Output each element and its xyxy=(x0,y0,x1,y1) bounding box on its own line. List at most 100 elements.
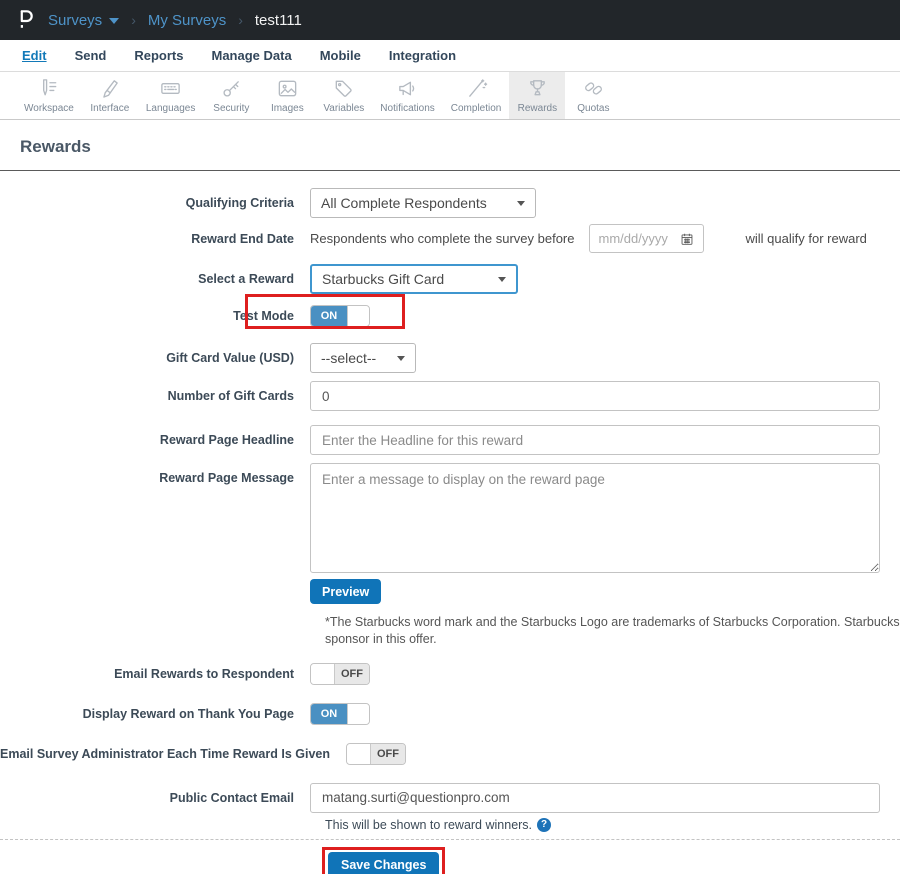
public-contact-email-help: This will be shown to reward winners. ? xyxy=(325,817,900,832)
email-rewards-label: Email Rewards to Respondent xyxy=(114,666,294,681)
toolbar-item-workspace[interactable]: Workspace xyxy=(16,72,82,119)
date-placeholder: mm/dd/yyyy xyxy=(598,231,668,246)
toolbar-item-notifications[interactable]: Notifications xyxy=(372,72,442,119)
email-admin-label: Email Survey Administrator Each Time Rew… xyxy=(0,746,330,761)
qualifying-criteria-select[interactable]: All Complete Respondents xyxy=(310,188,536,218)
picture-icon xyxy=(278,80,297,97)
display-reward-label: Display Reward on Thank You Page xyxy=(82,706,294,721)
toggle-knob xyxy=(347,703,369,724)
breadcrumb-surveys-label: Surveys xyxy=(48,11,103,29)
chevron-down-icon xyxy=(498,276,506,282)
tab-integration[interactable]: Integration xyxy=(389,48,456,63)
qualifying-criteria-value: All Complete Respondents xyxy=(321,195,487,211)
settings-toolbar: Workspace Interface Languages Security I… xyxy=(0,72,900,120)
reward-end-date-input[interactable]: mm/dd/yyyy xyxy=(588,224,704,253)
toggle-knob xyxy=(311,663,335,684)
toolbar-item-completion[interactable]: Completion xyxy=(443,72,510,119)
display-reward-toggle[interactable]: ON xyxy=(310,702,370,725)
public-contact-email-label: Public Contact Email xyxy=(169,790,294,805)
rewards-form: Qualifying Criteria All Complete Respond… xyxy=(0,171,900,874)
help-question-icon[interactable]: ? xyxy=(537,817,552,832)
breadcrumb-separator: › xyxy=(238,12,243,28)
select-reward-value: Starbucks Gift Card xyxy=(322,271,445,287)
tab-reports[interactable]: Reports xyxy=(134,48,183,63)
qualifying-criteria-label: Qualifying Criteria xyxy=(185,196,294,210)
public-contact-email-input[interactable] xyxy=(310,782,880,813)
preview-button[interactable]: Preview xyxy=(310,579,382,604)
select-reward-select[interactable]: Starbucks Gift Card xyxy=(310,264,518,294)
toolbar-label: Interface xyxy=(90,103,130,114)
tab-edit[interactable]: Edit xyxy=(22,48,47,63)
chevron-down-icon xyxy=(109,18,120,24)
toolbar-label: Workspace xyxy=(24,103,74,114)
toolbar-item-interface[interactable]: Interface xyxy=(82,72,138,119)
number-of-gift-cards-label: Number of Gift Cards xyxy=(167,389,294,403)
email-rewards-toggle[interactable]: OFF xyxy=(310,662,370,685)
toggle-state-label: ON xyxy=(311,306,347,326)
toggle-knob xyxy=(347,306,369,326)
top-bar: Surveys › My Surveys › test111 xyxy=(0,0,900,40)
design-pen-icon xyxy=(103,80,119,98)
trophy-icon xyxy=(529,80,545,96)
questionpro-logo-icon[interactable] xyxy=(14,8,36,32)
main-nav: Edit Send Reports Manage Data Mobile Int… xyxy=(0,40,900,72)
number-of-gift-cards-input[interactable] xyxy=(310,381,880,411)
save-changes-button[interactable]: Save Changes xyxy=(328,851,440,874)
tab-mobile[interactable]: Mobile xyxy=(320,48,361,63)
save-section-divider xyxy=(0,838,900,840)
toolbar-label: Variables xyxy=(323,103,365,114)
disclaimer-line-1: *The Starbucks word mark and the Starbuc… xyxy=(325,615,900,629)
gift-card-value-label: Gift Card Value (USD) xyxy=(166,351,294,365)
pen-list-icon xyxy=(43,79,57,96)
reward-page-message-label: Reward Page Message xyxy=(159,471,294,485)
page-title: Rewards xyxy=(20,137,91,156)
chain-links-icon xyxy=(584,82,602,95)
toolbar-label: Security xyxy=(213,103,250,114)
tab-send[interactable]: Send xyxy=(75,48,107,63)
toggle-state-label: ON xyxy=(311,703,347,724)
toolbar-item-variables[interactable]: Variables xyxy=(315,72,372,119)
toggle-state-label: OFF xyxy=(335,663,369,684)
chevron-down-icon xyxy=(517,200,525,206)
toolbar-item-languages[interactable]: Languages xyxy=(138,72,204,119)
toolbar-label: Completion xyxy=(450,103,502,114)
toggle-knob xyxy=(346,743,371,764)
keyboard-icon xyxy=(161,83,180,94)
test-mode-label: Test Mode xyxy=(233,309,294,323)
toolbar-item-images[interactable]: Images xyxy=(259,72,315,119)
tag-icon xyxy=(335,80,352,97)
toolbar-label: Rewards xyxy=(517,103,558,114)
disclaimer-line-2: sponsor in this offer. xyxy=(325,631,437,646)
breadcrumb-separator: › xyxy=(131,12,136,28)
key-icon xyxy=(223,81,239,97)
save-button-annotation-box: Save Changes xyxy=(322,846,446,874)
toolbar-item-quotas[interactable]: Quotas xyxy=(565,72,621,119)
tab-manage-data[interactable]: Manage Data xyxy=(211,48,291,63)
chevron-down-icon xyxy=(397,355,405,361)
toolbar-item-rewards[interactable]: Rewards xyxy=(509,72,566,119)
select-reward-label: Select a Reward xyxy=(198,272,294,286)
starbucks-disclaimer: *The Starbucks word mark and the Starbuc… xyxy=(325,614,900,648)
test-mode-toggle[interactable]: ON xyxy=(310,305,370,327)
gift-card-value-value: --select-- xyxy=(321,350,377,366)
megaphone-icon xyxy=(399,81,415,96)
toolbar-label: Languages xyxy=(145,103,196,114)
breadcrumb-my-surveys[interactable]: My Surveys xyxy=(148,12,226,29)
toolbar-label: Notifications xyxy=(380,103,435,114)
toolbar-label: Images xyxy=(270,103,304,114)
reward-end-date-label: Reward End Date xyxy=(191,231,294,246)
breadcrumb-surveys[interactable]: Surveys xyxy=(48,11,120,29)
email-admin-toggle[interactable]: OFF xyxy=(345,742,406,765)
reward-page-headline-input[interactable] xyxy=(310,425,880,455)
breadcrumb-survey-name: test111 xyxy=(254,11,302,29)
reward-page-message-textarea[interactable] xyxy=(310,463,880,573)
reward-end-date-suffix: will qualify for reward xyxy=(745,231,867,246)
breadcrumb-my-surveys-label: My Surveys xyxy=(147,11,227,29)
calendar-icon[interactable] xyxy=(680,232,694,246)
help-text: This will be shown to reward winners. xyxy=(325,817,533,832)
magic-wand-icon xyxy=(468,79,487,97)
reward-end-date-prefix: Respondents who complete the survey befo… xyxy=(310,231,575,246)
toolbar-item-security[interactable]: Security xyxy=(203,72,259,119)
gift-card-value-select[interactable]: --select-- xyxy=(310,343,416,373)
toggle-state-label: OFF xyxy=(370,743,405,764)
